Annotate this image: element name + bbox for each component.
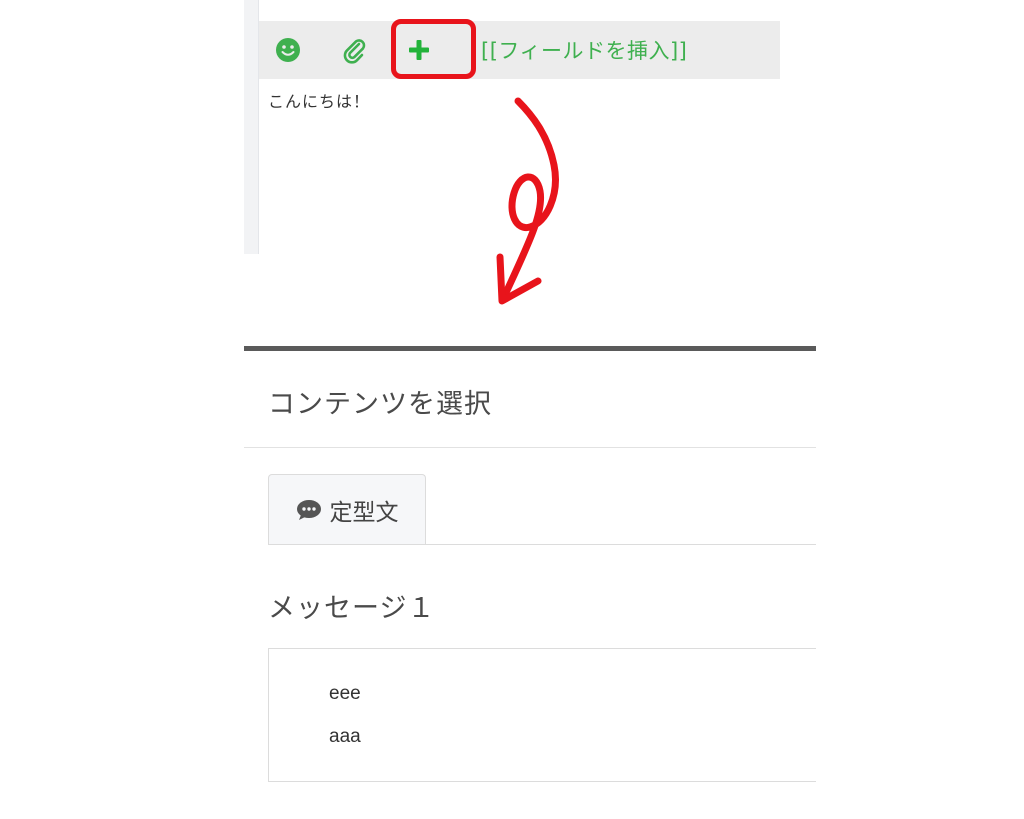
message-heading: メッセージ１ xyxy=(268,593,436,624)
dialog-title: コンテンツを選択 xyxy=(268,389,492,420)
tab-template-text[interactable]: 定型文 xyxy=(268,474,426,545)
message-line: eee xyxy=(329,683,361,704)
add-content-button[interactable] xyxy=(404,21,434,79)
smiley-icon xyxy=(276,38,300,62)
message-card[interactable]: eee aaa xyxy=(268,648,816,782)
emoji-button[interactable] xyxy=(273,21,303,79)
message-line: aaa xyxy=(329,726,361,747)
editor-body-text[interactable]: こんにちは！ xyxy=(268,88,370,112)
editor-toolbar: [[フィールドを挿入]] xyxy=(259,19,780,79)
tab-label: 定型文 xyxy=(329,500,399,526)
insert-field-link[interactable]: [[フィールドを挿入]] xyxy=(481,21,741,79)
tab-strip-border xyxy=(268,544,816,545)
editor-left-border xyxy=(244,0,259,254)
down-arrow-icon xyxy=(496,97,559,305)
dialog-top-border xyxy=(244,346,816,351)
content-picker-dialog: コンテンツを選択 定型文 メッセージ１ eee aaa xyxy=(244,346,816,819)
title-divider xyxy=(244,447,816,448)
plus-icon xyxy=(409,40,429,60)
attach-button[interactable] xyxy=(339,21,369,79)
paperclip-icon xyxy=(343,39,366,64)
speech-bubble-icon xyxy=(296,500,321,520)
